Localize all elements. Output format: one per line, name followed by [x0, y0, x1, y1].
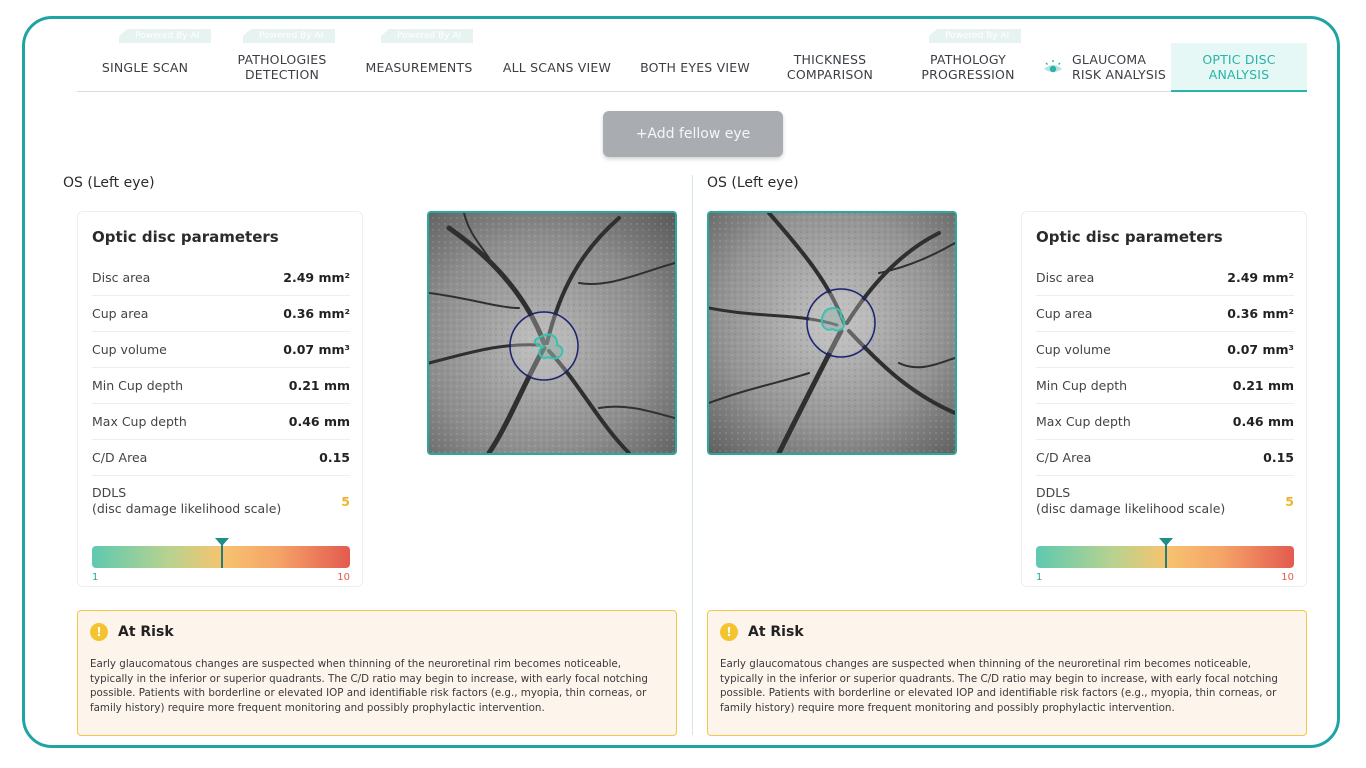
app-frame: Powered By AI SINGLE SCAN Powered By AI …: [22, 16, 1340, 748]
param-row-cup-volume: Cup volume 0.07 mm³: [92, 332, 350, 368]
param-row-min-cup-depth: Min Cup depth 0.21 mm: [1036, 368, 1294, 404]
ddls-scale-marker: [1159, 538, 1173, 568]
param-label: Disc area: [92, 270, 151, 285]
param-row-cup-volume: Cup volume 0.07 mm³: [1036, 332, 1294, 368]
warning-icon: !: [720, 623, 738, 641]
param-value: 0.15: [1263, 450, 1294, 465]
ddls-label: DDLS (disc damage likelihood scale): [1036, 485, 1226, 516]
param-value: 0.21 mm: [288, 378, 350, 393]
powered-by-ai-badge: Powered By AI: [243, 29, 336, 43]
param-label: Cup volume: [1036, 342, 1111, 357]
tab-label: ALL SCANS VIEW: [502, 59, 612, 75]
param-row-disc-area: Disc area 2.49 mm²: [92, 260, 350, 296]
param-value: 0.36 mm²: [1227, 306, 1294, 321]
risk-description: Early glaucomatous changes are suspected…: [720, 658, 1278, 714]
param-row-ddls: DDLS (disc damage likelihood scale) 5: [92, 476, 350, 526]
scale-min-label: 1: [92, 572, 99, 583]
tab-label: MEASUREMENTS: [365, 59, 473, 75]
param-label: Min Cup depth: [92, 378, 184, 393]
ddls-scale-marker: [215, 538, 229, 568]
tab-bar: Powered By AI SINGLE SCAN Powered By AI …: [77, 29, 1307, 92]
param-label: Cup area: [1036, 306, 1093, 321]
powered-by-ai-badge: Powered By AI: [929, 29, 1022, 43]
tab-optic-disc-analysis[interactable]: OPTIC DISC ANALYSIS: [1171, 43, 1307, 92]
tab-pathologies-detection[interactable]: Powered By AI PATHOLOGIES DETECTION: [213, 29, 351, 91]
add-fellow-eye-button[interactable]: +Add fellow eye: [603, 111, 783, 157]
powered-by-ai-badge: Powered By AI: [119, 29, 212, 43]
scale-max-label: 10: [1281, 572, 1294, 583]
risk-title: At Risk: [748, 624, 804, 640]
tab-single-scan[interactable]: Powered By AI SINGLE SCAN: [77, 29, 213, 91]
param-row-cd-area: C/D Area 0.15: [92, 440, 350, 476]
param-label: Max Cup depth: [1036, 414, 1131, 429]
tab-pathology-progression[interactable]: Powered By AI PATHOLOGY PROGRESSION: [897, 29, 1039, 91]
tab-label: OPTIC DISC ANALYSIS: [1202, 52, 1276, 82]
tab-label: BOTH EYES VIEW: [640, 59, 750, 75]
ddls-label: DDLS (disc damage likelihood scale): [92, 485, 282, 516]
param-value: 0.15: [319, 450, 350, 465]
param-label: Max Cup depth: [92, 414, 187, 429]
param-value: 0.21 mm: [1232, 378, 1294, 393]
param-row-cd-area: C/D Area 0.15: [1036, 440, 1294, 476]
tab-label: PATHOLOGIES DETECTION: [237, 52, 327, 82]
param-row-cup-area: Cup area 0.36 mm²: [92, 296, 350, 332]
param-row-max-cup-depth: Max Cup depth 0.46 mm: [1036, 404, 1294, 440]
fundus-image-right[interactable]: [707, 211, 957, 455]
tab-label: SINGLE SCAN: [101, 59, 189, 75]
ddls-value: 5: [341, 493, 350, 509]
optic-disc-parameters-card: Optic disc parameters Disc area 2.49 mm² …: [1021, 211, 1307, 587]
fundus-image-left[interactable]: [427, 211, 677, 455]
risk-alert-left: ! At Risk Early glaucomatous changes are …: [77, 610, 677, 736]
param-label: Cup area: [92, 306, 149, 321]
param-label: C/D Area: [1036, 450, 1092, 465]
param-row-max-cup-depth: Max Cup depth 0.46 mm: [92, 404, 350, 440]
eye-title-right: OS (Left eye): [707, 175, 799, 191]
tab-all-scans-view[interactable]: ALL SCANS VIEW: [487, 43, 627, 91]
param-label: C/D Area: [92, 450, 148, 465]
tab-both-eyes-view[interactable]: BOTH EYES VIEW: [627, 43, 763, 91]
tab-glaucoma-risk-analysis[interactable]: GLAUCOMA RISK ANALYSIS: [1039, 43, 1171, 91]
risk-alert-right: ! At Risk Early glaucomatous changes are …: [707, 610, 1307, 736]
tab-label: THICKNESS COMPARISON: [786, 52, 874, 82]
param-value: 0.36 mm²: [283, 306, 350, 321]
param-value: 2.49 mm²: [1227, 270, 1294, 285]
warning-icon: !: [90, 623, 108, 641]
powered-by-ai-badge: Powered By AI: [381, 29, 474, 43]
scale-min-label: 1: [1036, 572, 1043, 583]
params-title: Optic disc parameters: [92, 228, 279, 246]
ddls-value: 5: [1285, 493, 1294, 509]
risk-title: At Risk: [118, 624, 174, 640]
eye-title-left: OS (Left eye): [63, 175, 155, 191]
param-value: 0.46 mm: [288, 414, 350, 429]
param-value: 0.46 mm: [1232, 414, 1294, 429]
panel-divider: [692, 175, 693, 735]
tab-label: PATHOLOGY PROGRESSION: [921, 52, 1015, 82]
ddls-scale: 1 10: [92, 528, 350, 583]
params-title: Optic disc parameters: [1036, 228, 1223, 246]
tab-label: GLAUCOMA RISK ANALYSIS: [1072, 52, 1167, 82]
param-label: Disc area: [1036, 270, 1095, 285]
optic-disc-parameters-card: Optic disc parameters Disc area 2.49 mm² …: [77, 211, 363, 587]
param-label: Min Cup depth: [1036, 378, 1128, 393]
param-row-disc-area: Disc area 2.49 mm²: [1036, 260, 1294, 296]
param-row-cup-area: Cup area 0.36 mm²: [1036, 296, 1294, 332]
eye-icon: [1044, 60, 1062, 73]
tab-measurements[interactable]: Powered By AI MEASUREMENTS: [351, 29, 487, 91]
ddls-scale: 1 10: [1036, 528, 1294, 583]
param-value: 2.49 mm²: [283, 270, 350, 285]
risk-description: Early glaucomatous changes are suspected…: [90, 658, 648, 714]
param-row-min-cup-depth: Min Cup depth 0.21 mm: [92, 368, 350, 404]
param-label: Cup volume: [92, 342, 167, 357]
param-value: 0.07 mm³: [283, 342, 350, 357]
param-value: 0.07 mm³: [1227, 342, 1294, 357]
tab-thickness-comparison[interactable]: THICKNESS COMPARISON: [763, 43, 897, 91]
param-row-ddls: DDLS (disc damage likelihood scale) 5: [1036, 476, 1294, 526]
scale-max-label: 10: [337, 572, 350, 583]
